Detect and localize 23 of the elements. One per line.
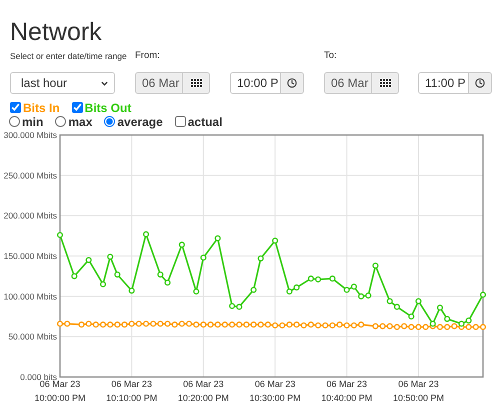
y-tick-label: 100.000 Mbits (4, 291, 57, 302)
page-title: Network (10, 19, 102, 45)
field-label: To: (324, 50, 337, 62)
y-tick-label: 150.000 Mbits (4, 251, 57, 261)
x-tick-label: 06 Mar 23 10:00:00 PM (34, 379, 86, 403)
y-tick-label: 300.000 Mbits (4, 130, 57, 140)
x-tick-label: 06 Mar 23 10:40:00 PM (321, 379, 372, 403)
y-tick-label: 250.000 Mbits (4, 170, 57, 180)
y-tick-label: 50.000 Mbits (8, 332, 57, 342)
x-tick-label: 06 Mar 23 10:50:00 PM (392, 379, 444, 403)
mode-label: max (68, 114, 92, 130)
mode-label: average (117, 114, 163, 130)
y-tick-label: 200.000 Mbits (4, 210, 57, 221)
series-label: Bits Out (84, 100, 132, 116)
y-tick-label: 0.000 bits (20, 372, 57, 382)
series-label: Bits In (23, 100, 60, 116)
x-tick-label: 06 Mar 23 10:10:00 PM (106, 379, 158, 403)
mode-label: actual (188, 114, 222, 130)
mode-label: min (22, 114, 44, 130)
field-label: Select or enter date/time range (10, 50, 127, 62)
x-tick-label: 06 Mar 23 10:20:00 PM (178, 379, 229, 403)
field-label: From: (135, 50, 160, 62)
x-tick-label: 06 Mar 23 10:30:00 PM (250, 379, 301, 403)
